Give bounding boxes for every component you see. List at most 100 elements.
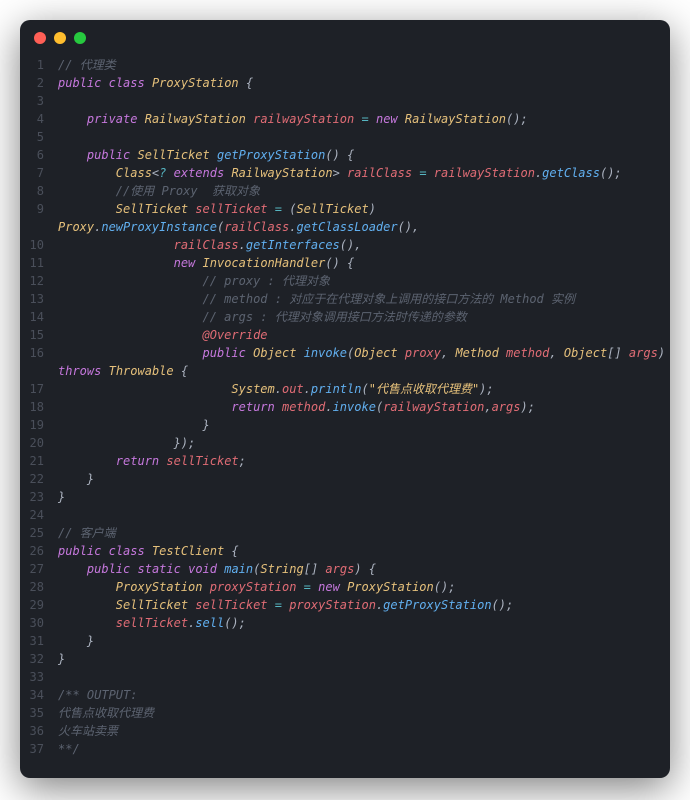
code-line: 19 }	[28, 416, 650, 434]
line-number: 35	[28, 704, 58, 722]
code-content: new InvocationHandler() {	[58, 254, 354, 272]
code-line: 28 ProxyStation proxyStation = new Proxy…	[28, 578, 650, 596]
line-number: 23	[28, 488, 58, 506]
line-number: 25	[28, 524, 58, 542]
code-line: 9 SellTicket sellTicket = (SellTicket)	[28, 200, 650, 218]
code-content: ProxyStation proxyStation = new ProxySta…	[58, 578, 455, 596]
code-line: 31 }	[28, 632, 650, 650]
line-number: 5	[28, 128, 58, 146]
code-content: //使用 Proxy 获取对象	[58, 182, 260, 200]
code-content: }	[58, 632, 94, 650]
line-number: 9	[28, 200, 58, 218]
code-window: 1// 代理类2public class ProxyStation {34 pr…	[20, 20, 670, 778]
minimize-icon[interactable]	[54, 32, 66, 44]
line-number: 19	[28, 416, 58, 434]
code-content: public class ProxyStation {	[58, 74, 253, 92]
line-number: 20	[28, 434, 58, 452]
code-line: 35代售点收取代理费	[28, 704, 650, 722]
code-line: 6 public SellTicket getProxyStation() {	[28, 146, 650, 164]
code-content: // 客户端	[58, 524, 116, 542]
code-content: 代售点收取代理费	[58, 704, 154, 722]
maximize-icon[interactable]	[74, 32, 86, 44]
code-line: 15 @Override	[28, 326, 650, 344]
code-line: 24	[28, 506, 650, 524]
line-number: 29	[28, 596, 58, 614]
line-number: 34	[28, 686, 58, 704]
code-content: 火车站卖票	[58, 722, 118, 740]
line-number	[28, 218, 58, 236]
code-content: public SellTicket getProxyStation() {	[58, 146, 354, 164]
line-number: 26	[28, 542, 58, 560]
code-line: 21 return sellTicket;	[28, 452, 650, 470]
line-number: 32	[28, 650, 58, 668]
code-content: System.out.println("代售点收取代理费");	[58, 380, 494, 398]
code-line: 22 }	[28, 470, 650, 488]
code-content: });	[58, 434, 195, 452]
code-line: 27 public static void main(String[] args…	[28, 560, 650, 578]
code-line: 2public class ProxyStation {	[28, 74, 650, 92]
code-line: 23}	[28, 488, 650, 506]
code-content: return sellTicket;	[58, 452, 246, 470]
line-number: 37	[28, 740, 58, 758]
code-line: 37**/	[28, 740, 650, 758]
code-line: 12 // proxy : 代理对象	[28, 272, 650, 290]
code-content: }	[58, 650, 65, 668]
code-line: 33	[28, 668, 650, 686]
line-number: 11	[28, 254, 58, 272]
line-number: 28	[28, 578, 58, 596]
line-number: 1	[28, 56, 58, 74]
line-number: 2	[28, 74, 58, 92]
line-number: 7	[28, 164, 58, 182]
line-number: 14	[28, 308, 58, 326]
code-content: return method.invoke(railwayStation,args…	[58, 398, 535, 416]
code-line: 26public class TestClient {	[28, 542, 650, 560]
code-content: // 代理类	[58, 56, 116, 74]
code-line: Proxy.newProxyInstance(railClass.getClas…	[28, 218, 650, 236]
code-content: private RailwayStation railwayStation = …	[58, 110, 528, 128]
code-content: **/	[58, 740, 80, 758]
code-line: 20 });	[28, 434, 650, 452]
code-content: /** OUTPUT:	[58, 686, 137, 704]
line-number: 4	[28, 110, 58, 128]
line-number: 13	[28, 290, 58, 308]
code-line: 29 SellTicket sellTicket = proxyStation.…	[28, 596, 650, 614]
close-icon[interactable]	[34, 32, 46, 44]
line-number: 33	[28, 668, 58, 686]
code-line: 30 sellTicket.sell();	[28, 614, 650, 632]
code-line: 3	[28, 92, 650, 110]
line-number: 10	[28, 236, 58, 254]
code-content: public static void main(String[] args) {	[58, 560, 376, 578]
code-line: 1// 代理类	[28, 56, 650, 74]
line-number: 22	[28, 470, 58, 488]
code-content: }	[58, 488, 65, 506]
code-line: 11 new InvocationHandler() {	[28, 254, 650, 272]
line-number	[28, 362, 58, 380]
line-number: 27	[28, 560, 58, 578]
line-number: 15	[28, 326, 58, 344]
code-line: 36火车站卖票	[28, 722, 650, 740]
line-number: 3	[28, 92, 58, 110]
code-content: // args : 代理对象调用接口方法时传递的参数	[58, 308, 467, 326]
code-content: public Object invoke(Object proxy, Metho…	[58, 344, 670, 362]
code-content: }	[58, 470, 94, 488]
code-content: throws Throwable {	[58, 362, 188, 380]
code-content: // method : 对应于在代理对象上调用的接口方法的 Method 实例	[58, 290, 575, 308]
code-area: 1// 代理类2public class ProxyStation {34 pr…	[20, 56, 670, 778]
code-line: 32}	[28, 650, 650, 668]
line-number: 6	[28, 146, 58, 164]
code-line: 34/** OUTPUT:	[28, 686, 650, 704]
code-line: 10 railClass.getInterfaces(),	[28, 236, 650, 254]
titlebar	[20, 20, 670, 56]
code-line: 13 // method : 对应于在代理对象上调用的接口方法的 Method …	[28, 290, 650, 308]
line-number: 16	[28, 344, 58, 362]
code-line: 8 //使用 Proxy 获取对象	[28, 182, 650, 200]
line-number: 17	[28, 380, 58, 398]
code-content: public class TestClient {	[58, 542, 239, 560]
code-line: 7 Class<? extends RailwayStation> railCl…	[28, 164, 650, 182]
line-number: 31	[28, 632, 58, 650]
line-number: 24	[28, 506, 58, 524]
code-content: railClass.getInterfaces(),	[58, 236, 361, 254]
code-line: throws Throwable {	[28, 362, 650, 380]
code-line: 18 return method.invoke(railwayStation,a…	[28, 398, 650, 416]
line-number: 12	[28, 272, 58, 290]
